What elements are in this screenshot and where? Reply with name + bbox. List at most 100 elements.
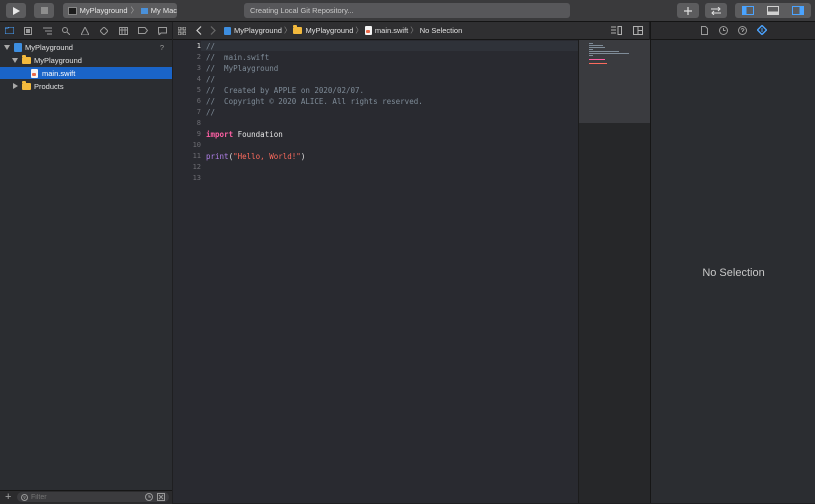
line-number-gutter: 1 2 3 4 5 6 7 8 9 10 11 12 13 (173, 40, 201, 503)
disclosure-right-icon[interactable] (13, 83, 18, 89)
breadcrumb-file[interactable]: main.swift (375, 26, 408, 35)
string-token: "Hello, World!" (233, 152, 301, 161)
forward-chevron-icon[interactable] (210, 26, 216, 35)
line-number: 7 (196, 108, 201, 116)
tree-item-project[interactable]: MyPlayground ? (0, 41, 172, 53)
minimap-line (589, 45, 603, 46)
tree-item-label: main.swift (42, 68, 76, 78)
line-number: 9 (196, 130, 201, 138)
code-line: // Created by APPLE on 2020/02/07. (206, 86, 365, 95)
disclosure-down-icon[interactable] (12, 57, 18, 63)
tree-item-products[interactable]: Products (0, 80, 172, 92)
breakpoint-icon[interactable] (138, 27, 148, 34)
swift-file-icon (364, 26, 372, 35)
plus-icon[interactable]: + (5, 491, 11, 503)
related-items-icon[interactable] (178, 27, 186, 35)
code-line: // Copyright © 2020 ALICE. All rights re… (206, 97, 423, 106)
file-inspector-icon[interactable] (701, 26, 708, 35)
line-number: 13 (192, 174, 201, 182)
minimap-line (589, 51, 619, 52)
breadcrumb: MyPlayground 〉 MyPlayground 〉 main.swift… (224, 25, 462, 36)
source-editor[interactable]: 1 2 3 4 5 6 7 8 9 10 11 12 13 // // main… (173, 40, 578, 503)
breadcrumb-symbol[interactable]: No Selection (420, 26, 463, 35)
function-token: print (206, 152, 229, 161)
line-number: 12 (192, 163, 201, 171)
tree-item-file[interactable]: main.swift (0, 67, 172, 79)
tree-item-group[interactable]: MyPlayground (0, 54, 172, 66)
test-icon[interactable] (100, 27, 108, 35)
toggle-debug-area-button[interactable] (760, 3, 785, 18)
inspector-selector-bar (650, 22, 815, 40)
hierarchy-icon[interactable] (43, 27, 52, 35)
breadcrumb-group[interactable]: MyPlayground (305, 26, 353, 35)
report-icon[interactable] (158, 27, 167, 35)
code-line-print: print("Hello, World!") (206, 152, 305, 161)
library-button[interactable] (677, 3, 699, 18)
line-number: 4 (196, 75, 201, 83)
xcode-project-icon (14, 42, 22, 52)
bottom-panel-icon (766, 6, 779, 15)
panel-toggle-group (735, 3, 811, 18)
no-selection-label: No Selection (702, 267, 765, 279)
line-number: 6 (196, 97, 201, 105)
project-navigator: MyPlayground ? MyPlayground main.swift P… (0, 40, 172, 490)
navigator-selector-bar (0, 22, 172, 40)
minimap-line (589, 55, 593, 56)
editor-options-icon[interactable] (611, 26, 622, 35)
toggle-navigator-button[interactable] (735, 3, 760, 18)
chevron-right-icon: 〉 (355, 26, 363, 35)
line-number: 8 (196, 119, 201, 127)
attributes-inspector-icon[interactable] (757, 25, 767, 35)
scheme-selector[interactable]: MyPlayground 〉 My Mac (63, 3, 177, 18)
chevron-right-icon: 〉 (283, 26, 292, 35)
folder-navigator-icon[interactable] (5, 27, 14, 34)
toggle-inspector-button[interactable] (785, 3, 811, 18)
breadcrumb-project[interactable]: MyPlayground (234, 26, 282, 35)
split-editor-icon[interactable] (633, 26, 643, 35)
activity-viewer: Creating Local Git Repository... (244, 3, 570, 18)
paren-token: ) (300, 152, 306, 161)
scheme-name: MyPlayground (79, 6, 128, 15)
folder-icon (22, 54, 31, 64)
code-line: // (206, 75, 216, 84)
tree-item-label: MyPlayground (25, 42, 73, 52)
disclosure-down-icon[interactable] (4, 44, 10, 50)
mac-icon (141, 7, 148, 14)
line-number: 1 (196, 42, 201, 50)
navigator-filter-bar: + (0, 490, 172, 504)
line-number: 5 (196, 86, 201, 94)
help-icon[interactable] (738, 26, 747, 35)
filter-field[interactable] (17, 492, 169, 502)
minimap-line (589, 63, 607, 64)
code-line: // MyPlayground (206, 64, 279, 73)
keyword-token: import (206, 130, 234, 139)
search-icon[interactable] (62, 27, 70, 35)
back-chevron-icon[interactable] (196, 26, 202, 35)
folder-icon (293, 25, 303, 34)
swift-file-icon (31, 68, 38, 78)
source-control-icon[interactable] (24, 27, 32, 35)
code-review-button[interactable] (705, 3, 727, 18)
minimap[interactable] (578, 40, 650, 503)
code-line: // (206, 108, 216, 117)
minimap-line (589, 47, 605, 48)
stop-button[interactable] (34, 3, 54, 18)
activity-status: Creating Local Git Repository... (250, 6, 354, 15)
left-panel-icon (741, 6, 754, 15)
filter-input[interactable] (31, 492, 141, 502)
chevron-right-icon: 〉 (130, 6, 139, 15)
inspector-panel: No Selection (650, 40, 815, 503)
line-number: 10 (192, 141, 201, 149)
run-button[interactable] (6, 3, 26, 18)
line-number: 11 (192, 152, 201, 160)
debug-icon[interactable] (119, 27, 128, 35)
warning-icon[interactable] (81, 27, 89, 35)
folder-icon (22, 80, 31, 90)
recent-files-icon[interactable] (145, 493, 153, 501)
minimap-line (589, 43, 593, 44)
code-line: // main.swift (206, 53, 270, 62)
stop-icon (40, 7, 48, 14)
plus-icon (684, 6, 692, 15)
source-control-filter-icon[interactable] (157, 493, 165, 501)
history-inspector-icon[interactable] (719, 26, 728, 35)
